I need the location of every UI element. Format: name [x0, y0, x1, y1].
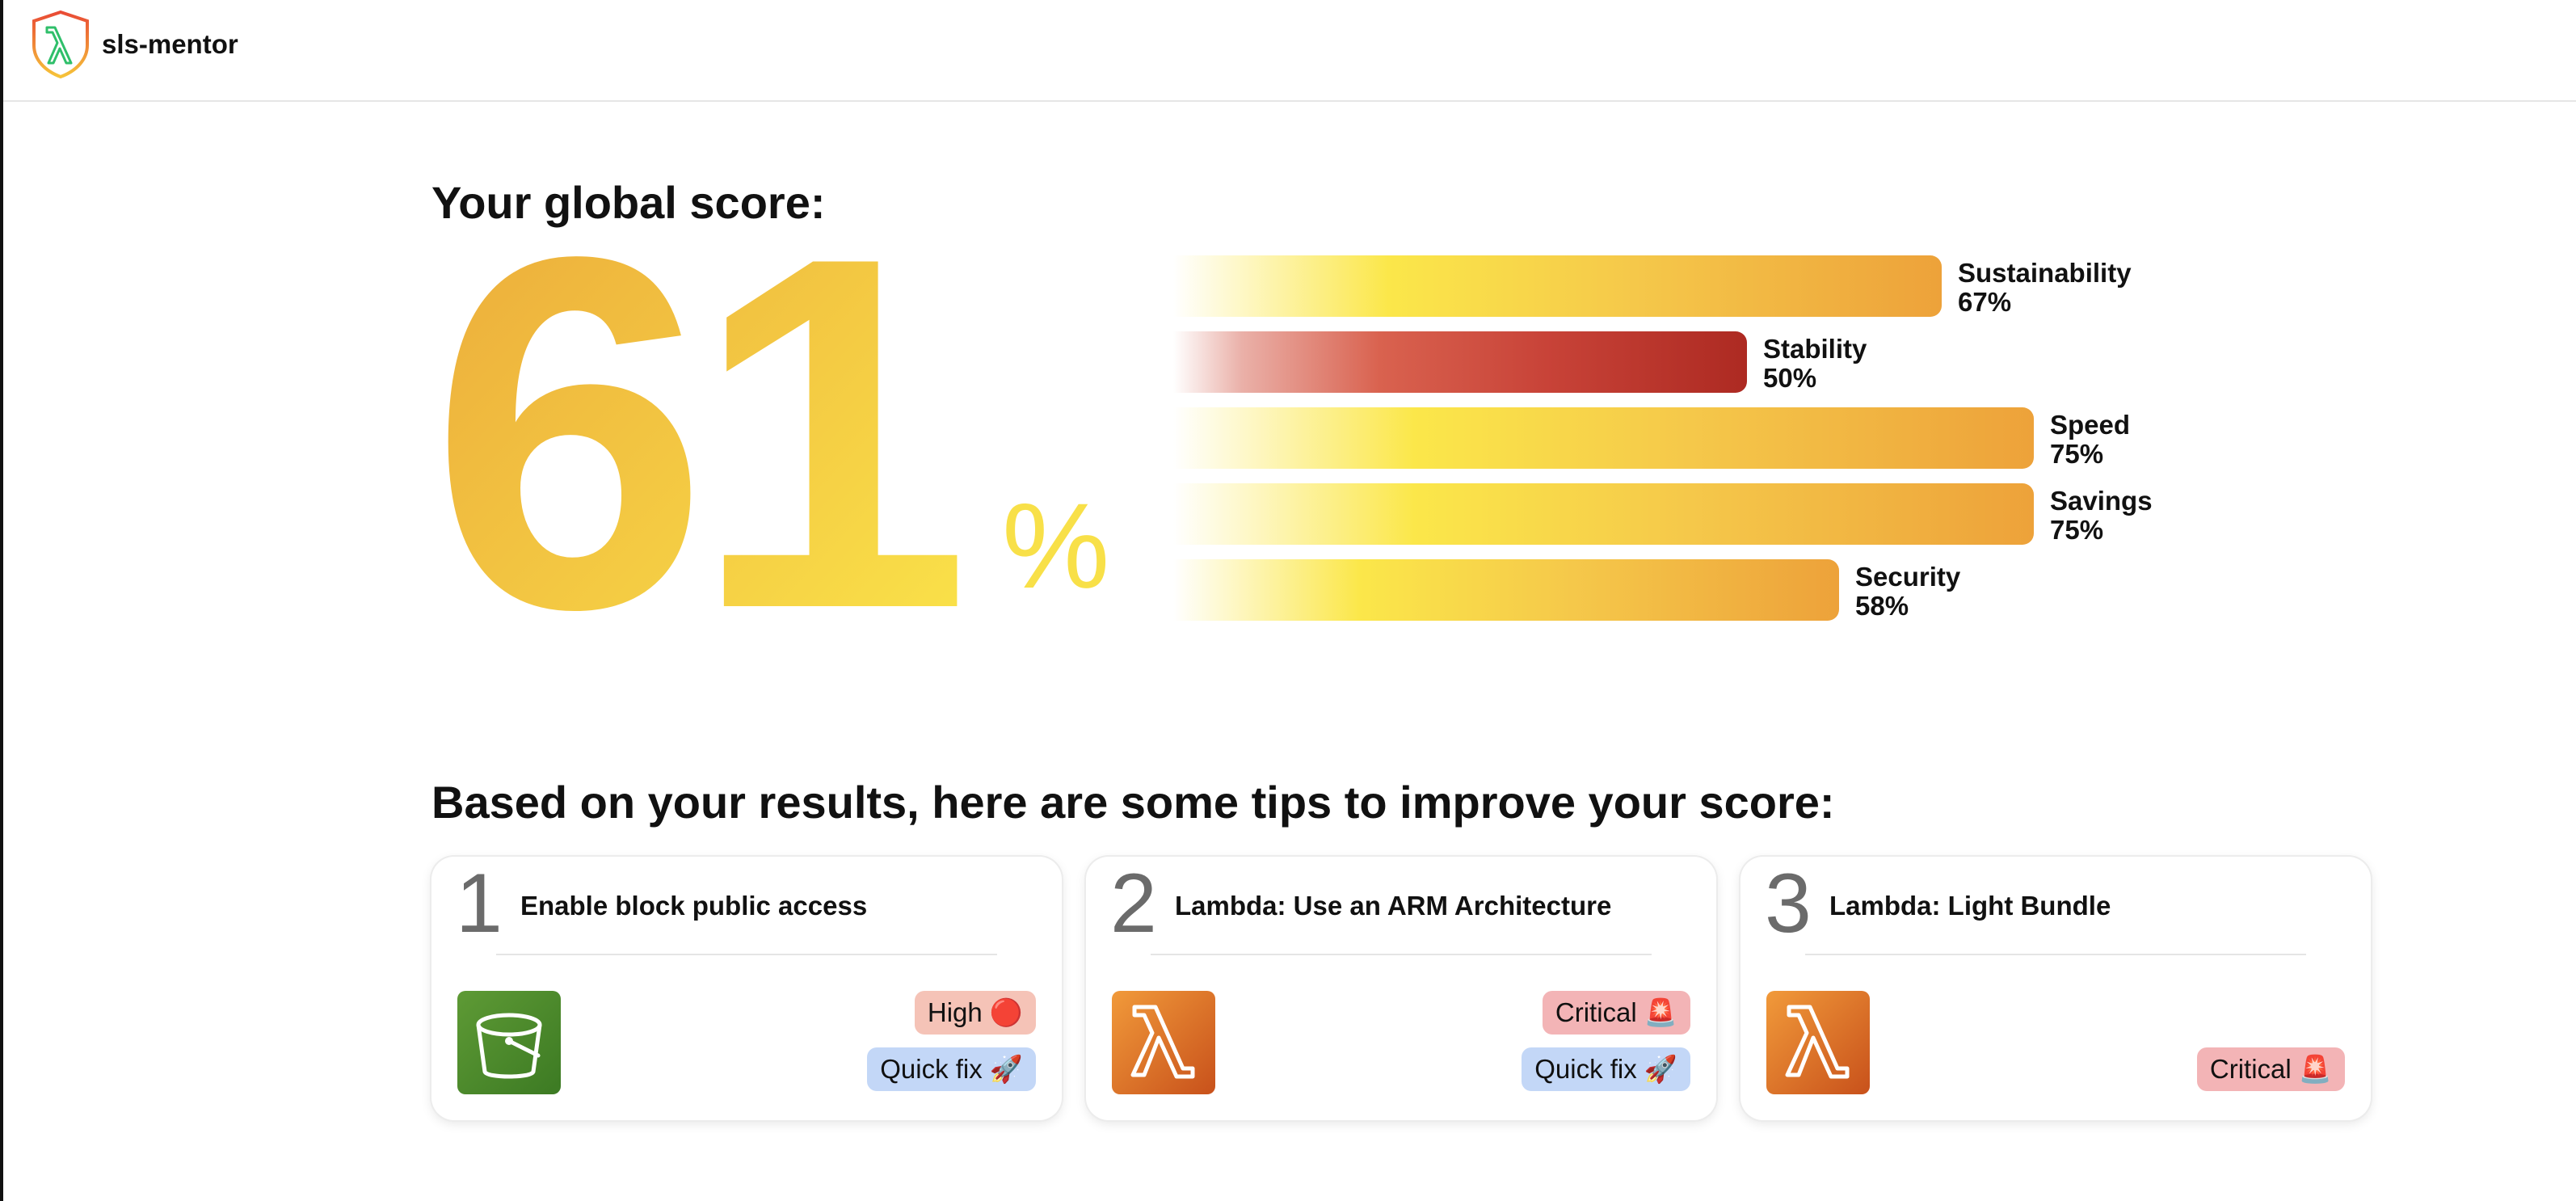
category-percent: 75%	[2050, 515, 2104, 545]
category-name: Security	[1855, 562, 1961, 592]
global-score-value: 61	[430, 202, 974, 638]
sls-mentor-logo-icon[interactable]	[31, 10, 90, 79]
category-score-bar	[1173, 483, 2034, 545]
severity-badge-critical: Critical 🚨	[1542, 991, 1690, 1035]
category-score-label: Sustainability 67%	[1958, 259, 2132, 317]
tip-title: Enable block public access	[520, 891, 868, 921]
category-name: Stability	[1763, 334, 1867, 364]
tip-divider	[1151, 954, 1652, 955]
page: sls-mentor Your global score: 61 % Susta…	[0, 0, 2576, 1201]
tip-card-2[interactable]: 2 Lambda: Use an ARM Architecture Critic…	[1086, 857, 1716, 1120]
category-score-label: Security 58%	[1855, 563, 1960, 621]
tip-number: 3	[1765, 857, 1812, 950]
category-name: Sustainability	[1958, 258, 2132, 288]
tip-divider	[1805, 954, 2306, 955]
s3-bucket-icon	[457, 991, 561, 1094]
tip-title: Lambda: Use an ARM Architecture	[1175, 891, 1612, 921]
category-score-bar	[1173, 559, 1839, 621]
category-score-bar	[1173, 331, 1747, 393]
tip-card-1[interactable]: 1 Enable block public access High 🔴 Quic…	[431, 857, 1062, 1120]
tips-heading: Based on your results, here are some tip…	[431, 777, 1835, 828]
quick-fix-badge: Quick fix 🚀	[867, 1047, 1036, 1091]
category-score-label: Speed 75%	[2050, 411, 2130, 469]
lambda-icon	[1112, 991, 1215, 1094]
quick-fix-badge: Quick fix 🚀	[1522, 1047, 1690, 1091]
tip-number: 2	[1110, 857, 1157, 950]
tip-number: 1	[456, 857, 503, 950]
category-percent: 50%	[1763, 363, 1817, 393]
category-score-bar	[1173, 255, 1942, 317]
category-percent: 75%	[2050, 439, 2104, 469]
top-bar: sls-mentor	[3, 0, 2576, 102]
category-name: Savings	[2050, 486, 2153, 516]
category-score-bar	[1173, 407, 2034, 469]
category-name: Speed	[2050, 410, 2131, 440]
category-score-label: Savings 75%	[2050, 487, 2153, 545]
severity-badge-high: High 🔴	[914, 991, 1036, 1035]
category-percent: 67%	[1958, 287, 2012, 317]
tip-card-3[interactable]: 3 Lambda: Light Bundle Critical 🚨	[1740, 857, 2371, 1120]
svg-text:61: 61	[430, 202, 958, 638]
tip-title: Lambda: Light Bundle	[1829, 891, 2111, 921]
app-title[interactable]: sls-mentor	[102, 29, 238, 60]
severity-badge-critical: Critical 🚨	[2196, 1047, 2345, 1091]
global-score-percent-sign: %	[1002, 478, 1110, 613]
category-score-label: Stability 50%	[1763, 335, 1867, 393]
tip-divider	[496, 954, 997, 955]
category-percent: 58%	[1855, 591, 1909, 621]
lambda-icon	[1766, 991, 1870, 1094]
